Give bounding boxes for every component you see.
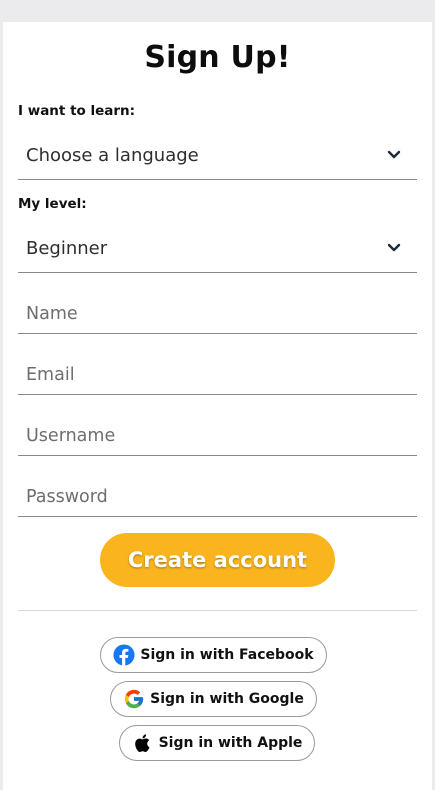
username-input[interactable] [18,416,417,455]
email-input[interactable] [18,355,417,394]
facebook-signin-label: Sign in with Facebook [140,647,314,663]
apple-icon [134,734,149,752]
level-select[interactable]: Beginner [18,227,417,273]
language-select-value: Choose a language [26,145,199,166]
level-label: My level: [18,196,87,212]
password-input[interactable] [18,477,417,516]
chevron-down-icon [387,150,401,159]
language-select[interactable]: Choose a language [18,134,417,180]
name-field [18,294,417,334]
apple-signin-label: Sign in with Apple [158,735,303,751]
password-field [18,477,417,517]
divider [18,610,417,611]
facebook-icon [113,644,135,666]
signup-card: Sign Up! I want to learn: Choose a langu… [3,22,432,790]
chevron-down-icon [387,243,401,252]
username-field [18,416,417,456]
page-title: Sign Up! [144,40,291,75]
learn-label: I want to learn: [18,103,136,119]
google-icon [124,689,144,709]
name-input[interactable] [18,294,417,333]
email-field [18,355,417,395]
google-signin-label: Sign in with Google [150,691,304,707]
facebook-signin-button[interactable]: Sign in with Facebook [100,637,327,673]
level-select-value: Beginner [26,238,108,259]
create-account-button[interactable]: Create account [100,533,335,587]
apple-signin-button[interactable]: Sign in with Apple [119,725,315,761]
google-signin-button[interactable]: Sign in with Google [110,681,317,717]
